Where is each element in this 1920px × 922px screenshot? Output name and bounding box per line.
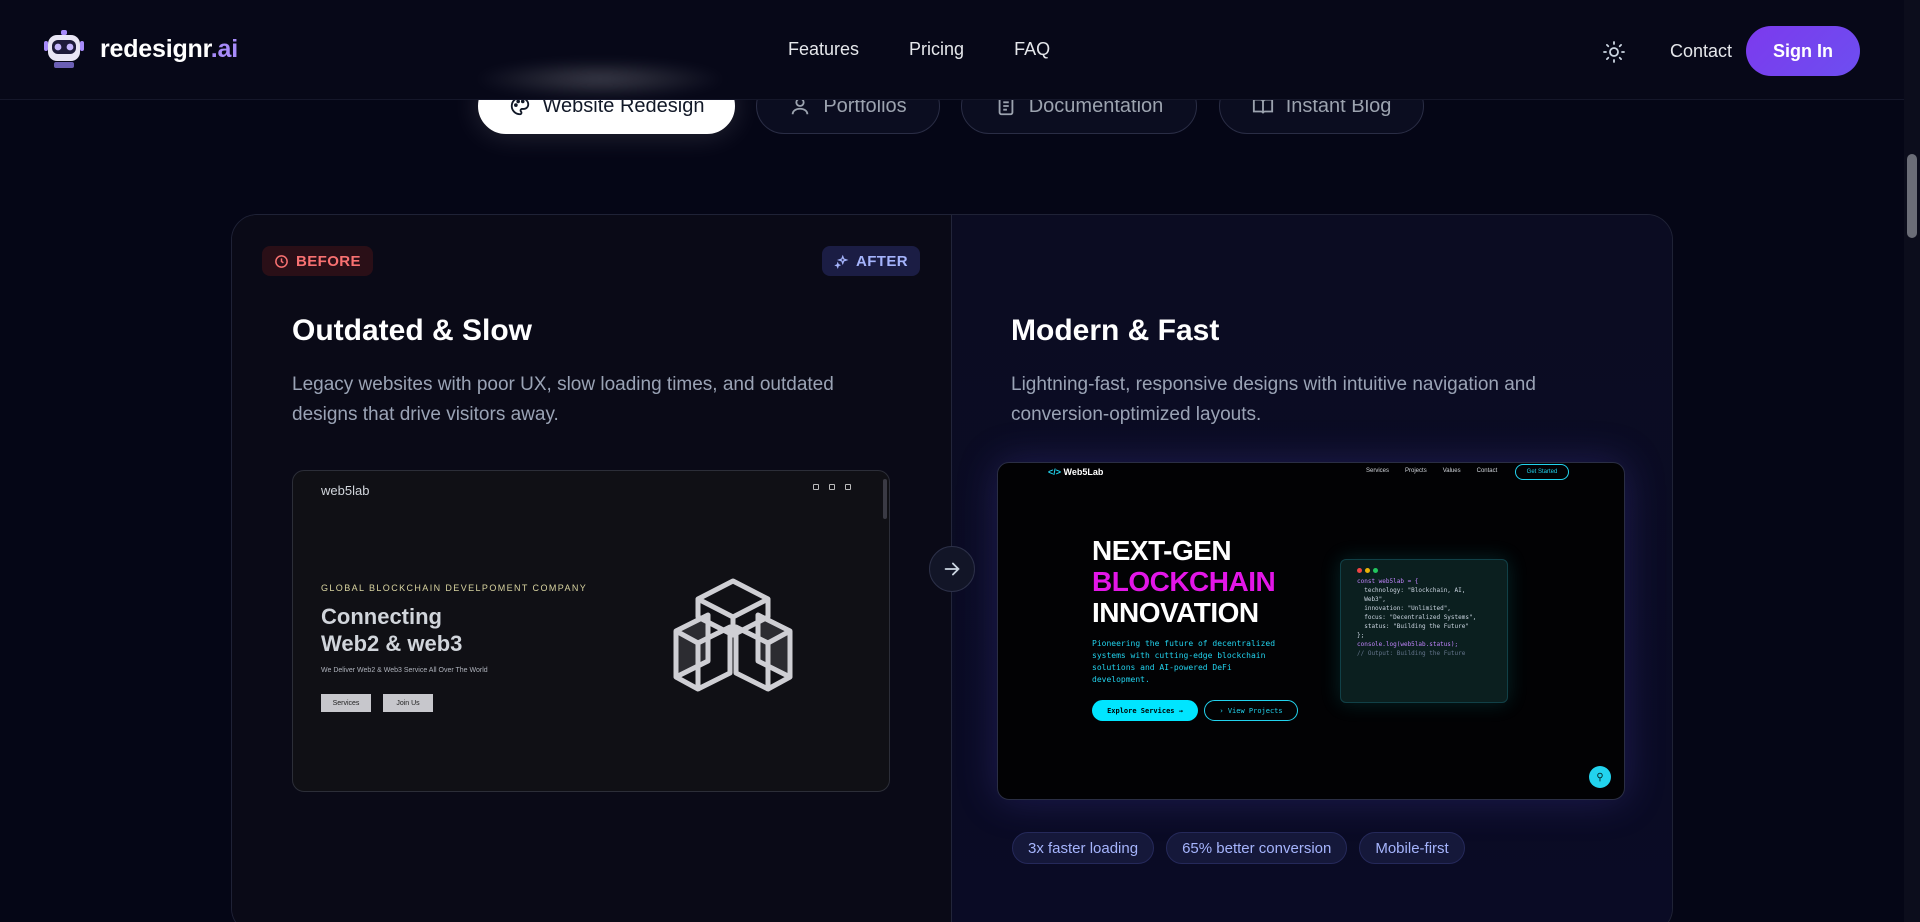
nav-link-faq[interactable]: FAQ bbox=[1014, 39, 1050, 60]
window-dots bbox=[1357, 568, 1491, 573]
arrow-right-icon bbox=[944, 562, 960, 576]
preview-link-icon: ⚲ bbox=[1589, 766, 1611, 788]
benefit-chips: 3x faster loading 65% better conversion … bbox=[1012, 832, 1465, 864]
preview-description: Pioneering the future of decentralized s… bbox=[1092, 639, 1276, 684]
preview-services-button: Services bbox=[321, 694, 371, 712]
preview-join-button: Join Us bbox=[383, 694, 433, 712]
contact-link[interactable]: Contact bbox=[1670, 41, 1732, 62]
preview-subtitle: We Deliver Web2 & Web3 Service All Over … bbox=[321, 667, 488, 674]
before-badge: BEFORE bbox=[262, 246, 373, 276]
nav-link-pricing[interactable]: Pricing bbox=[909, 39, 964, 60]
primary-nav: Features Pricing FAQ bbox=[788, 39, 1050, 60]
preview-projects-button: › View Projects bbox=[1204, 700, 1298, 721]
after-title: Modern & Fast bbox=[1011, 314, 1220, 347]
after-description: Lightning-fast, responsive designs with … bbox=[1011, 374, 1536, 425]
page-scrollbar[interactable] bbox=[1904, 0, 1920, 922]
clock-icon bbox=[275, 254, 288, 268]
preview-logo: web5lab bbox=[321, 483, 370, 498]
robot-logo-icon bbox=[44, 30, 84, 68]
chip-faster-loading: 3x faster loading bbox=[1012, 832, 1155, 864]
preview-logo: </> Web5Lab bbox=[1048, 467, 1104, 477]
preview-explore-button: Explore Services → bbox=[1092, 700, 1198, 721]
preview-nav-links: Services Projects Values Contact bbox=[1366, 468, 1498, 474]
after-preview: </> Web5Lab Services Projects Values Con… bbox=[997, 462, 1625, 800]
preview-get-started-button: Get Started bbox=[1515, 464, 1569, 480]
compare-arrow-button[interactable] bbox=[929, 546, 975, 592]
brand-logo-link[interactable]: redesignr.ai bbox=[42, 27, 238, 71]
blockchain-cube-icon bbox=[673, 578, 793, 692]
preview-social-icons bbox=[813, 484, 851, 490]
preview-code-window: const web5lab = { technology: "Blockchai… bbox=[1340, 559, 1508, 703]
preview-title: Connecting Web2 & web3 bbox=[321, 604, 463, 656]
chip-mobile-first: Mobile-first bbox=[1359, 832, 1465, 864]
before-badge-label: BEFORE bbox=[296, 252, 361, 270]
after-badge: AFTER bbox=[822, 246, 920, 276]
before-title: Outdated & Slow bbox=[292, 314, 532, 347]
sparkles-icon bbox=[834, 254, 849, 269]
sun-icon[interactable] bbox=[1602, 40, 1626, 64]
preview-tagline: GLOBAL BLOCKCHAIN DEVELPOMENT COMPANY bbox=[321, 583, 588, 593]
sign-in-button[interactable]: Sign In bbox=[1746, 26, 1860, 76]
scrollbar-thumb[interactable] bbox=[1907, 154, 1917, 238]
brand-name: redesignr.ai bbox=[100, 34, 238, 63]
preview-headline: NEXT-GEN BLOCKCHAIN INNOVATION bbox=[1092, 535, 1276, 628]
before-preview: web5lab GLOBAL BLOCKCHAIN DEVELPOMENT CO… bbox=[292, 470, 890, 792]
top-navbar: redesignr.ai Features Pricing FAQ Contac… bbox=[0, 0, 1904, 100]
before-description: Legacy websites with poor UX, slow loadi… bbox=[292, 374, 834, 425]
preview-scrollbar bbox=[883, 479, 887, 519]
after-badge-label: AFTER bbox=[856, 252, 908, 270]
nav-glow bbox=[470, 60, 730, 98]
preview-navbar: </> Web5Lab Services Projects Values Con… bbox=[998, 463, 1624, 481]
nav-link-features[interactable]: Features bbox=[788, 39, 859, 60]
chip-better-conversion: 65% better conversion bbox=[1166, 832, 1348, 864]
